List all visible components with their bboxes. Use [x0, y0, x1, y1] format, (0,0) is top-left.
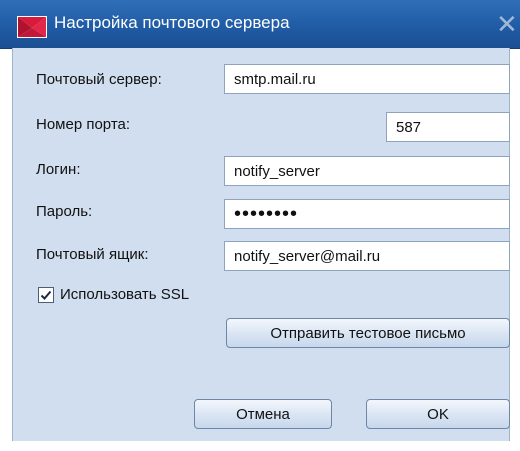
- mail-server-settings-dialog: Настройка почтового сервера ✕ Почтовый с…: [0, 0, 520, 451]
- window-bottom-edge: [0, 441, 520, 451]
- port-input[interactable]: [386, 112, 510, 142]
- close-icon[interactable]: ✕: [496, 10, 520, 38]
- password-label: Пароль:: [36, 203, 93, 220]
- port-label: Номер порта:: [36, 116, 131, 133]
- ssl-checkbox[interactable]: [38, 287, 54, 303]
- checkmark-icon: [40, 290, 52, 300]
- mailbox-label: Почтовый ящик:: [36, 246, 149, 263]
- window-title: Настройка почтового сервера: [54, 13, 290, 32]
- server-input[interactable]: [224, 64, 510, 94]
- server-label: Почтовый сервер:: [36, 71, 162, 88]
- title-bar[interactable]: Настройка почтового сервера ✕: [0, 0, 520, 49]
- ok-button[interactable]: OK: [366, 399, 510, 429]
- mailbox-input[interactable]: [224, 241, 510, 271]
- password-input[interactable]: [224, 199, 510, 229]
- send-test-email-button[interactable]: Отправить тестовое письмо: [226, 318, 510, 348]
- envelope-flag-icon: [17, 16, 47, 38]
- login-input[interactable]: [224, 156, 510, 186]
- ssl-label[interactable]: Использовать SSL: [60, 286, 189, 303]
- cancel-button[interactable]: Отмена: [194, 399, 332, 429]
- login-label: Логин:: [36, 161, 81, 178]
